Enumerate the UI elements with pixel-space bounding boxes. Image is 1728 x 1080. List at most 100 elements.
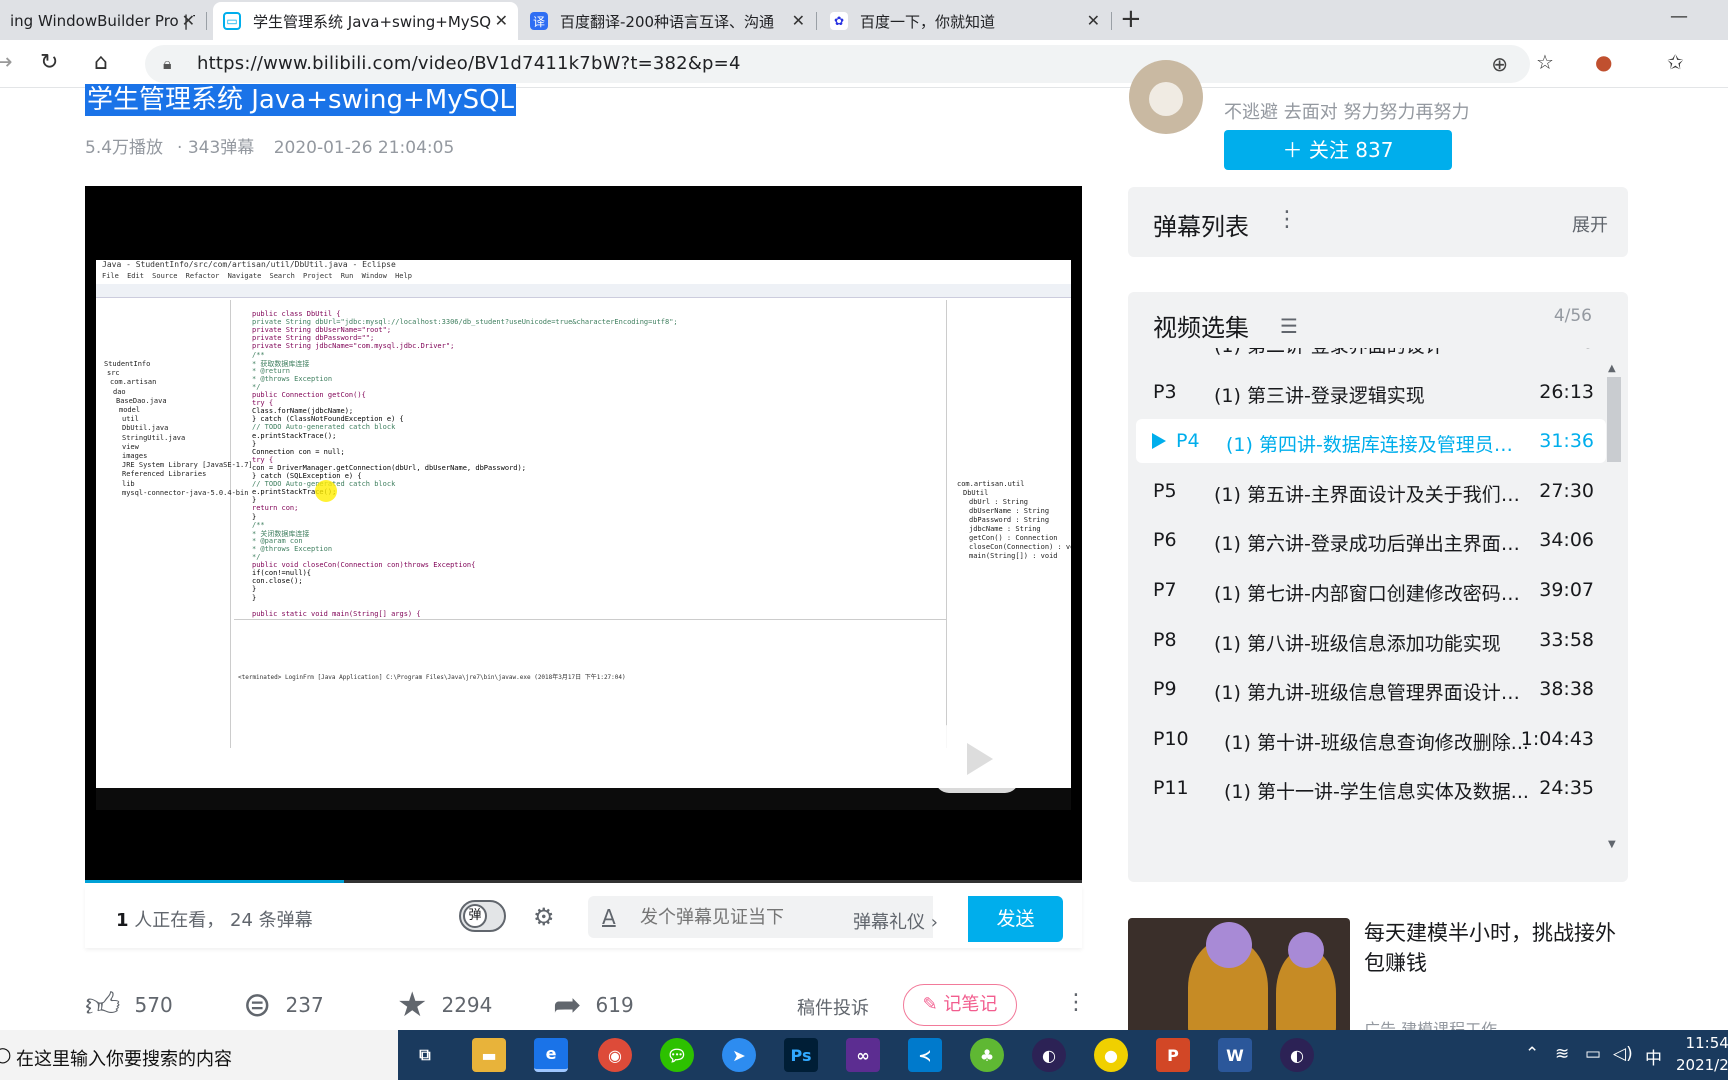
feishu-icon[interactable]: ➤ — [722, 1038, 756, 1072]
episode-item[interactable]: P3 (1) 第三讲-登录逻辑实现 26:13 — [1136, 370, 1606, 414]
new-tab-button[interactable]: + — [1120, 4, 1142, 34]
extension-icon[interactable]: ● — [1595, 50, 1612, 74]
danmaku-list-header[interactable]: 弹幕列表 ⋮ 展开 — [1128, 187, 1628, 257]
close-tab-icon[interactable]: ✕ — [1087, 11, 1100, 30]
episode-number: P4 — [1176, 430, 1200, 453]
episode-item[interactable]: P9 (1) 第九讲-班级信息管理界面设计及... 38:38 — [1136, 667, 1606, 711]
episode-number: P7 — [1153, 579, 1177, 601]
danmaku-input[interactable] — [640, 902, 820, 932]
url-field[interactable]: 🔒︎ https://www.bilibili.com/video/BV1d74… — [145, 45, 1530, 83]
yellow-app-icon[interactable]: ● — [1094, 1038, 1128, 1072]
browser-tab-translate[interactable]: 译 百度翻译-200种语言互译、沟通 ✕ — [520, 2, 815, 40]
visual-studio-icon[interactable]: ∞ — [846, 1038, 880, 1072]
episode-item[interactable]: P7 (1) 第七讲-内部窗口创建修改密码退... 39:07 — [1136, 568, 1606, 612]
battery-icon[interactable]: ▭ — [1585, 1044, 1601, 1064]
send-danmaku-button[interactable]: 发送 — [968, 896, 1063, 942]
ime-indicator[interactable]: 中 — [1645, 1044, 1662, 1069]
tray-expand-icon[interactable]: ⌃ — [1525, 1044, 1539, 1064]
episode-item[interactable]: P6 (1) 第六讲-登录成功后弹出主界面及... 34:06 — [1136, 518, 1606, 562]
close-tab-icon[interactable]: ✕ — [495, 11, 508, 30]
frog-app-icon[interactable]: ♣ — [970, 1038, 1004, 1072]
powerpoint-icon[interactable]: P — [1156, 1038, 1190, 1072]
outline-item: closeCon(Connection) : void — [969, 543, 1071, 551]
back-arrow-icon[interactable]: → — [0, 50, 12, 75]
text-style-icon[interactable]: A — [602, 905, 616, 929]
home-icon[interactable]: ⌂ — [94, 50, 108, 75]
outline-item: com.artisan.util — [957, 480, 1025, 488]
coin-button[interactable]: ⊜ 237 — [243, 980, 324, 1030]
episode-item[interactable]: P8 (1) 第八讲-班级信息添加功能实现 33:58 — [1136, 618, 1606, 662]
like-button[interactable]: 👍︎ 570 — [85, 980, 173, 1030]
eclipse-icon[interactable]: ◐ — [1032, 1038, 1066, 1072]
share-button[interactable]: ➦ 619 — [553, 980, 634, 1030]
volume-icon[interactable]: ◁) — [1613, 1044, 1633, 1064]
wifi-icon[interactable]: ≋ — [1555, 1044, 1569, 1064]
code-line: try { — [252, 455, 274, 464]
episode-list-title: 视频选集 — [1153, 314, 1249, 342]
danmaku-list-expand[interactable]: 展开 — [1572, 211, 1608, 237]
episode-name: (1) 第五讲-主界面设计及关于我们功... — [1214, 483, 1534, 506]
console-line: <terminated> LoginFrm [Java Application]… — [238, 674, 626, 681]
tree-item: com.artisan — [110, 378, 157, 387]
minimize-window-icon[interactable]: — — [1670, 6, 1688, 27]
uploader-avatar[interactable] — [1129, 60, 1203, 134]
danmaku-toggle[interactable]: 弹 — [459, 900, 506, 932]
scrollbar-thumb[interactable] — [1607, 377, 1621, 462]
tree-item: mysql-connector-java-5.0.4-bin — [122, 488, 249, 497]
code-line: return con; — [252, 504, 299, 513]
browser-tab-windowbuilder[interactable]: ing WindowBuilder Pro | T ✕ — [0, 2, 205, 40]
favorites-add-icon[interactable]: ☆ — [1536, 50, 1554, 74]
episode-scrollbar[interactable]: ▲ ▼ — [1604, 363, 1621, 850]
ad-title[interactable]: 每天建模半小时，挑战接外包赚钱 — [1364, 918, 1632, 978]
complain-link[interactable]: 稿件投诉 — [797, 994, 869, 1020]
favorites-icon[interactable]: ✩ — [1667, 50, 1684, 74]
danmaku-settings-icon[interactable]: ⚙ — [533, 903, 555, 931]
follow-button[interactable]: ＋ 关注 837 — [1224, 130, 1452, 170]
episode-name: (1) 第十一讲-学生信息实体及数据... — [1224, 781, 1529, 804]
url-text[interactable]: https://www.bilibili.com/video/BV1d7411k… — [197, 53, 741, 74]
episode-name: (1) 第二讲-登录界面的设计 — [1214, 348, 1534, 358]
episode-item[interactable]: P4 (1) 第四讲-数据库连接及管理员登... 31:36 — [1136, 419, 1606, 464]
browser-tab-baidu[interactable]: ✿ 百度一下，你就知道 ✕ — [820, 2, 1110, 40]
close-tab-icon[interactable]: ✕ — [182, 11, 195, 30]
close-tab-icon[interactable]: ✕ — [792, 11, 805, 30]
taskbar-clock[interactable]: 11:54 2021/2 — [1676, 1032, 1728, 1076]
tree-item: util — [122, 415, 139, 424]
eclipse-2-icon[interactable]: ◐ — [1280, 1038, 1314, 1072]
code-line: public Connection getCon(){ — [252, 391, 366, 399]
episode-item[interactable]: P2 (1) 第二讲-登录界面的设计 21:18 — [1136, 348, 1606, 364]
file-explorer-icon[interactable]: ▬ — [472, 1038, 506, 1072]
code-line: if(con!=null){ — [252, 569, 312, 578]
task-view-icon[interactable]: ⧉ — [408, 1038, 442, 1072]
vscode-icon[interactable]: ≺ — [908, 1038, 942, 1072]
episode-item[interactable]: P11 (1) 第十一讲-学生信息实体及数据... 24:35 — [1136, 766, 1606, 810]
code-line: } — [252, 512, 257, 521]
chrome-icon[interactable]: ◉ — [598, 1038, 632, 1072]
zoom-icon[interactable]: ⊕ — [1491, 52, 1508, 76]
episode-duration: 24:35 — [1539, 777, 1594, 800]
favorite-button[interactable]: ★ 2294 — [397, 980, 492, 1030]
word-icon[interactable]: W — [1218, 1038, 1252, 1072]
ad-thumbnail[interactable] — [1128, 918, 1350, 1034]
take-note-button[interactable]: ✎ 记笔记 — [903, 984, 1017, 1026]
wechat-icon[interactable]: 💬︎ — [660, 1038, 694, 1072]
taskbar-search[interactable]: ○ 在这里输入你要搜索的内容 — [0, 1030, 398, 1080]
code-line: e.printStackTrace(); — [252, 431, 337, 440]
photoshop-icon[interactable]: Ps — [784, 1038, 818, 1072]
refresh-icon[interactable]: ↻ — [40, 50, 58, 75]
danmaku-list-menu-icon[interactable]: ⋮ — [1276, 207, 1298, 232]
browser-tab-active[interactable]: ▭ 学生管理系统 Java+swing+MySQ ✕ — [213, 2, 518, 40]
lock-icon: 🔒︎ — [163, 54, 172, 73]
danmaku-etiquette-link[interactable]: 弹幕礼仪 › — [853, 908, 938, 934]
scroll-down-icon[interactable]: ▼ — [1608, 839, 1616, 850]
play-button[interactable] — [935, 725, 1019, 793]
more-options-icon[interactable]: ⋮ — [1065, 990, 1087, 1015]
list-icon[interactable]: ☰ — [1280, 314, 1298, 338]
scroll-up-icon[interactable]: ▲ — [1608, 363, 1616, 374]
episode-number: P3 — [1153, 380, 1177, 403]
episode-number: P10 — [1153, 727, 1189, 750]
edge-browser-icon[interactable]: e — [534, 1038, 568, 1072]
episode-item[interactable]: P5 (1) 第五讲-主界面设计及关于我们功... 27:30 — [1136, 469, 1606, 513]
episode-item[interactable]: P10 (1) 第十讲-班级信息查询修改删除... 1:04:43 — [1136, 717, 1606, 761]
playing-icon — [1152, 433, 1166, 450]
